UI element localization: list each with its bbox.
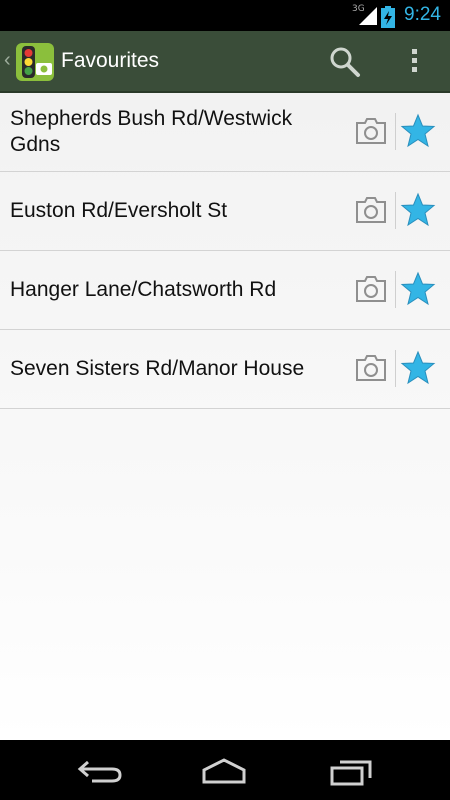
traffic-camera-icon [22,46,52,78]
location-name: Seven Sisters Rd/Manor House [10,357,305,380]
list-item[interactable]: Seven Sisters Rd/Manor House [0,330,450,409]
recents-icon[interactable] [328,756,376,786]
list-item[interactable]: Hanger Lane/Chatsworth Rd [0,251,450,330]
overflow-menu-icon[interactable] [406,45,422,79]
camera-icon[interactable] [354,274,388,304]
star-icon[interactable] [400,113,436,149]
home-icon[interactable] [200,756,248,786]
camera-icon[interactable] [354,195,388,225]
page-title: Favourites [61,49,160,72]
location-name: Euston Rd/Eversholt St [10,199,228,222]
signal-icon [359,7,377,25]
star-icon[interactable] [400,271,436,307]
status-bar: 3G 9:24 [0,0,450,31]
search-icon[interactable] [328,45,362,79]
list-item[interactable]: Euston Rd/Eversholt St [0,172,450,251]
location-name: Hanger Lane/Chatsworth Rd [10,278,277,301]
divider [395,113,396,150]
star-icon[interactable] [400,350,436,386]
star-icon[interactable] [400,192,436,228]
app-icon[interactable] [16,43,54,81]
clock: 9:24 [404,4,441,25]
up-caret-icon[interactable]: ‹ [4,49,11,72]
location-name: Shepherds Bush Rd/Westwick Gdns [10,107,293,156]
navigation-bar [0,740,450,800]
divider [395,350,396,387]
divider [395,192,396,229]
action-bar: ‹ Favourites [0,31,450,93]
list-item[interactable]: Shepherds Bush Rd/Westwick Gdns [0,93,450,172]
favourites-list: Shepherds Bush Rd/Westwick Gdns Euston R… [0,93,450,740]
back-icon[interactable] [76,756,124,786]
divider [395,271,396,308]
camera-icon[interactable] [354,353,388,383]
battery-icon [381,6,395,28]
camera-icon[interactable] [354,116,388,146]
